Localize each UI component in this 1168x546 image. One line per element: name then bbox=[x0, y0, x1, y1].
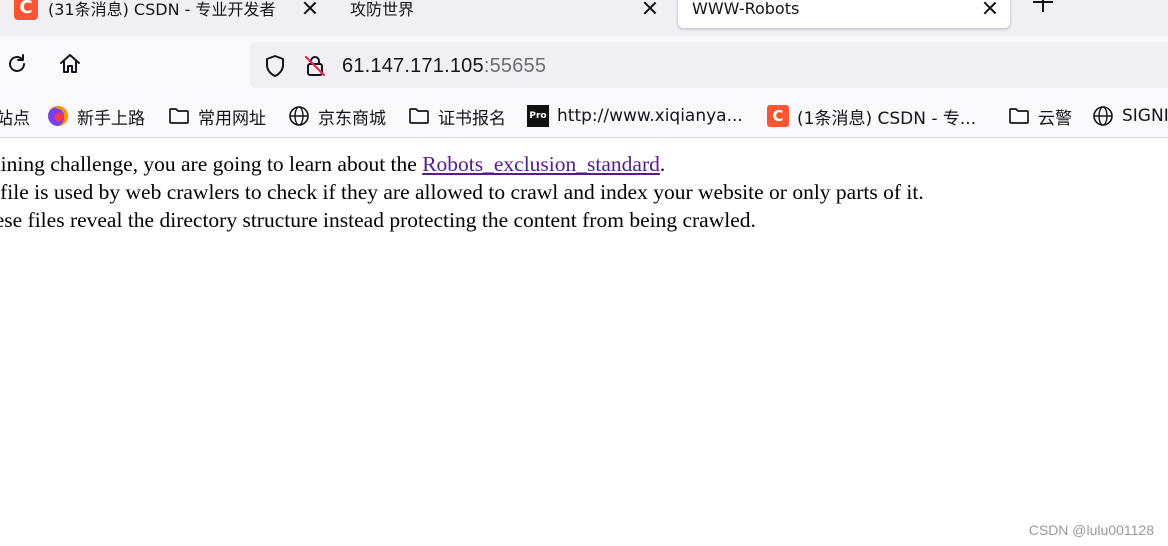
pro-icon: Pro bbox=[527, 105, 549, 127]
page-content: training challenge, you are going to lea… bbox=[0, 150, 1168, 234]
reload-icon[interactable] bbox=[3, 50, 31, 78]
bookmark-csdn[interactable]: C (1条消息) CSDN - 专... bbox=[767, 104, 977, 129]
bookmark-folder-common[interactable]: 常用网址 bbox=[168, 104, 266, 129]
address-bar[interactable]: 61.147.171.105:55655 bbox=[250, 42, 1168, 88]
globe-icon bbox=[1092, 105, 1114, 127]
folder-icon bbox=[168, 105, 190, 127]
bookmark-signi[interactable]: SIGNI bbox=[1092, 104, 1168, 128]
tab-strip: C (31条消息) CSDN - 专业开发者 攻防世界 WWW-Robots bbox=[0, 0, 1168, 36]
navigation-bar: 61.147.171.105:55655 bbox=[0, 36, 1168, 92]
content-line-1: training challenge, you are going to lea… bbox=[0, 152, 666, 176]
tab-gongfang[interactable]: 攻防世界 bbox=[336, 0, 670, 28]
close-icon[interactable] bbox=[982, 0, 998, 16]
shield-icon[interactable] bbox=[262, 53, 288, 79]
bookmark-label: 站点 bbox=[0, 108, 30, 129]
bookmarks-toolbar: 站点 新手上路 常用网址 京东商城 证书报名 Pro http://www.xi… bbox=[0, 92, 1168, 138]
tab-title: (31条消息) CSDN - 专业开发者 bbox=[48, 0, 276, 19]
tab-csdn[interactable]: C (31条消息) CSDN - 专业开发者 bbox=[0, 0, 330, 28]
url-host: 61.147.171.105 bbox=[342, 55, 484, 77]
bookmark-folder-cert[interactable]: 证书报名 bbox=[408, 104, 506, 129]
close-icon[interactable] bbox=[302, 0, 318, 16]
csdn-logo-icon: C bbox=[14, 0, 38, 20]
bookmark-getting-started[interactable]: 新手上路 bbox=[47, 104, 145, 129]
bookmark-label: 京东商城 bbox=[318, 108, 386, 129]
new-tab-plus-icon[interactable] bbox=[1030, 0, 1056, 16]
url-text[interactable]: 61.147.171.105:55655 bbox=[342, 53, 546, 79]
url-port: :55655 bbox=[483, 55, 547, 77]
csdn-icon: C bbox=[767, 105, 789, 127]
bookmark-label: 新手上路 bbox=[77, 108, 145, 129]
folder-icon bbox=[408, 105, 430, 127]
home-icon[interactable] bbox=[56, 50, 84, 78]
firefox-icon bbox=[47, 105, 69, 127]
globe-icon bbox=[288, 105, 310, 127]
tab-www-robots[interactable]: WWW-Robots bbox=[678, 0, 1010, 28]
tab-title: WWW-Robots bbox=[692, 0, 800, 18]
bookmark-jd[interactable]: 京东商城 bbox=[288, 104, 386, 129]
bookmark-xiqianya[interactable]: Pro http://www.xiqianya... bbox=[527, 104, 743, 128]
bookmark-label: http://www.xiqianya... bbox=[557, 106, 743, 126]
bookmark-label: 证书报名 bbox=[438, 108, 506, 129]
tab-title: 攻防世界 bbox=[350, 0, 415, 19]
csdn-watermark: CSDN @lulu001128 bbox=[1028, 522, 1154, 538]
bookmark-label: (1条消息) CSDN - 专... bbox=[797, 108, 977, 129]
insecure-lock-icon[interactable] bbox=[302, 53, 328, 79]
bookmark-label: 常用网址 bbox=[198, 108, 266, 129]
bookmark-label: SIGNI bbox=[1122, 106, 1168, 126]
content-line-2: xt file is used by web crawlers to check… bbox=[0, 180, 924, 204]
bookmark-folder-yunjing[interactable]: 云警 bbox=[1008, 104, 1072, 129]
folder-icon bbox=[1008, 105, 1030, 127]
content-line-3: these files reveal the directory structu… bbox=[0, 208, 756, 232]
close-icon[interactable] bbox=[642, 0, 658, 16]
bookmark-label: 云警 bbox=[1038, 108, 1072, 129]
bookmark-sites[interactable]: 站点 bbox=[0, 104, 30, 129]
robots-exclusion-link[interactable]: Robots_exclusion_standard bbox=[422, 152, 660, 176]
